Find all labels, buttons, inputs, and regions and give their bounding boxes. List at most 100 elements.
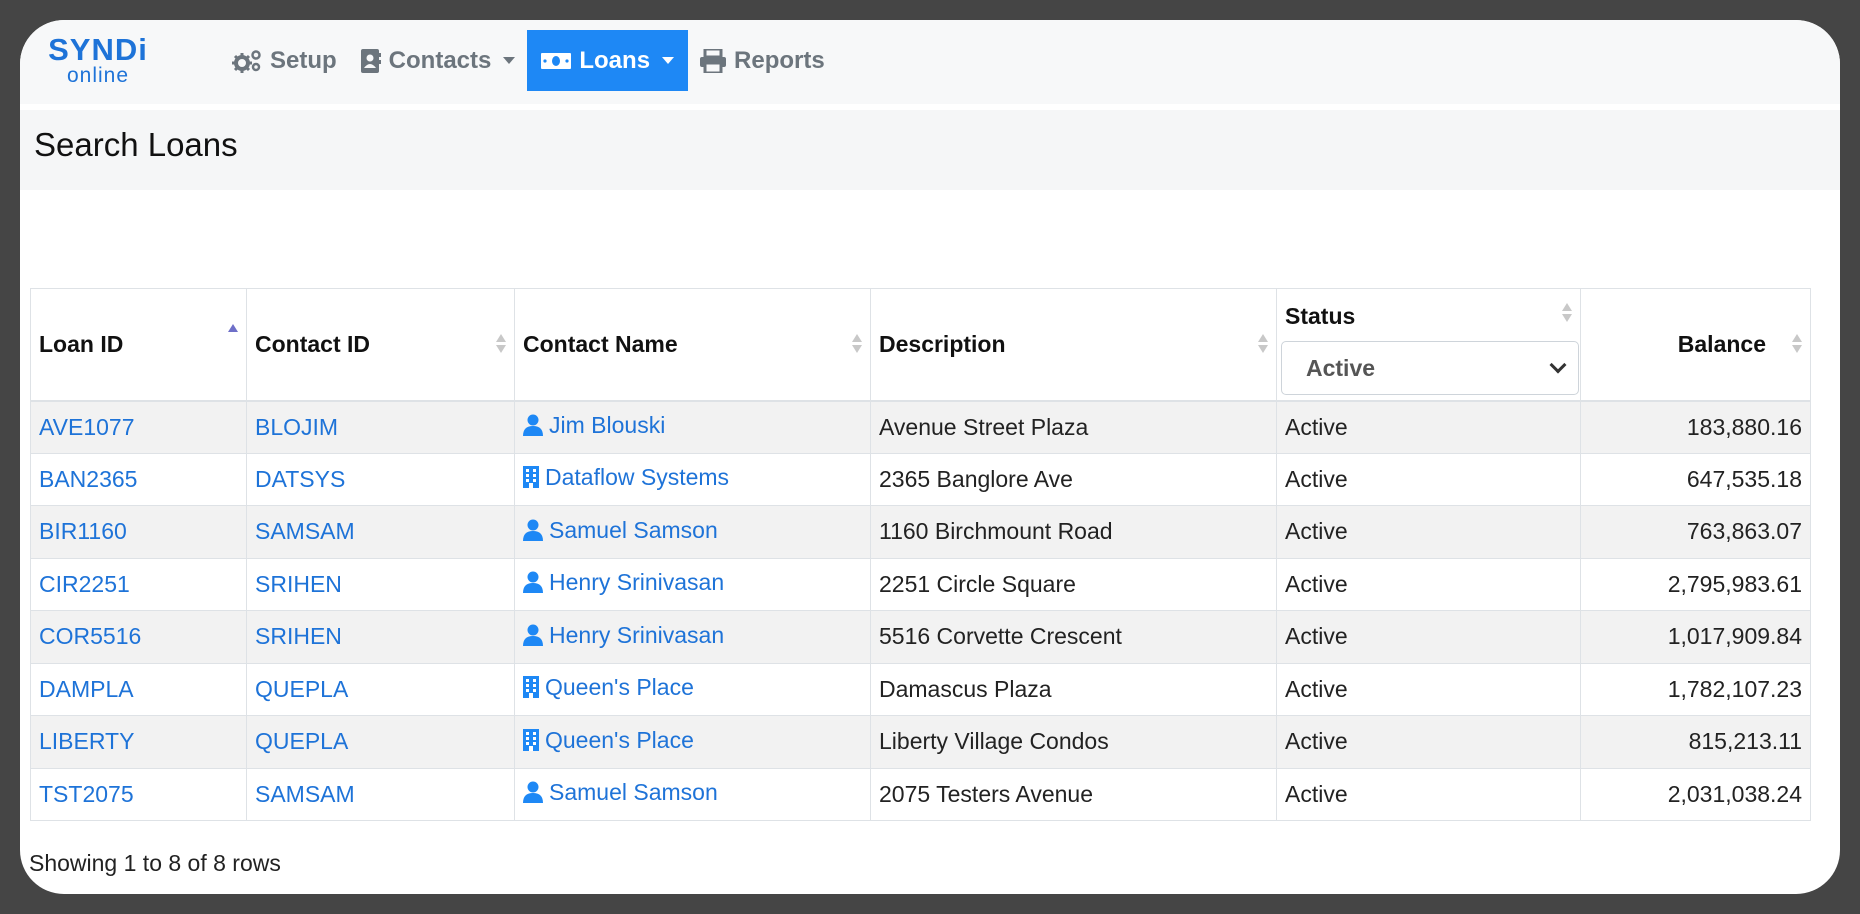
loan-id-link[interactable]: CIR2251 [39, 571, 130, 597]
cell-contact-name[interactable]: Queen's Place [514, 663, 871, 716]
column-header-label: Contact Name [523, 330, 678, 357]
loans-table-container: Loan ID Contact ID Contact Name Descript… [30, 288, 1840, 821]
column-header-status[interactable]: Status Active [1276, 288, 1581, 402]
loan-id-link[interactable]: TST2075 [39, 781, 134, 807]
contact-name-link[interactable]: Samuel Samson [549, 517, 718, 543]
cell-loan-id[interactable]: BAN2365 [30, 453, 247, 506]
cell-balance: 1,017,909.84 [1580, 610, 1811, 664]
loan-id-link[interactable]: LIBERTY [39, 728, 134, 754]
nav-contacts[interactable]: Contacts [349, 30, 528, 91]
cell-contact-id[interactable]: QUEPLA [246, 663, 515, 716]
column-header-balance[interactable]: Balance [1580, 288, 1811, 402]
column-header-label: Loan ID [39, 330, 124, 357]
contact-name-link[interactable]: Dataflow Systems [545, 464, 729, 490]
sort-icon [852, 332, 862, 356]
nav-contacts-label: Contacts [388, 46, 492, 74]
column-header-description[interactable]: Description [870, 288, 1277, 402]
cell-description: 2075 Testers Avenue [870, 768, 1277, 821]
cell-status: Active [1276, 400, 1581, 454]
nav-setup-label: Setup [270, 46, 337, 74]
column-header-loan-id[interactable]: Loan ID [30, 288, 247, 402]
brand-logo-bottom: online [66, 64, 130, 87]
contact-id-link[interactable]: BLOJIM [255, 414, 338, 440]
column-header-contact-id[interactable]: Contact ID [246, 288, 515, 402]
cell-loan-id[interactable]: TST2075 [30, 768, 247, 821]
contact-id-link[interactable]: DATSYS [255, 466, 345, 492]
cell-contact-id[interactable]: SRIHEN [246, 558, 515, 611]
cell-loan-id[interactable]: DAMPLA [30, 663, 247, 716]
table-row: DAMPLA QUEPLA Queen's Place Damascus Plaza A… [30, 663, 1811, 716]
person-icon [523, 571, 543, 599]
navbar: SYNDi online Setup Contacts Loans Report… [20, 20, 1840, 104]
sort-icon [1258, 332, 1268, 356]
loan-id-link[interactable]: BIR1160 [39, 518, 127, 544]
contact-id-link[interactable]: SAMSAM [255, 518, 355, 544]
cell-contact-name[interactable]: Henry Srinivasan [514, 558, 871, 611]
contact-name-link[interactable]: Samuel Samson [549, 779, 718, 805]
brand-logo[interactable]: SYNDi online [48, 32, 148, 87]
loan-id-link[interactable]: COR5516 [39, 623, 141, 649]
cell-contact-id[interactable]: SAMSAM [246, 768, 515, 821]
contact-name-link[interactable]: Jim Blouski [549, 412, 665, 438]
column-header-label: Description [879, 330, 1006, 357]
column-header-contact-name[interactable]: Contact Name [514, 288, 871, 402]
contact-id-link[interactable]: QUEPLA [255, 728, 348, 754]
table-header-row: Loan ID Contact ID Contact Name Descript… [30, 288, 1811, 402]
nav-setup[interactable]: Setup [220, 30, 349, 91]
cell-contact-name[interactable]: Henry Srinivasan [514, 610, 871, 664]
cell-contact-id[interactable]: BLOJIM [246, 400, 515, 454]
cell-contact-id[interactable]: DATSYS [246, 453, 515, 506]
nav-reports[interactable]: Reports [688, 30, 837, 91]
column-header-label: Status [1285, 303, 1356, 329]
brand-logo-top: SYNDi [48, 32, 148, 67]
cell-contact-id[interactable]: QUEPLA [246, 715, 515, 769]
cell-status: Active [1276, 505, 1581, 559]
table-row: TST2075 SAMSAM Samuel Samson 2075 Testers A… [30, 768, 1811, 821]
contact-id-link[interactable]: SRIHEN [255, 571, 342, 597]
cell-contact-id[interactable]: SAMSAM [246, 505, 515, 559]
status-filter-select[interactable]: Active [1281, 341, 1579, 395]
cell-balance: 647,535.18 [1580, 453, 1811, 506]
cell-contact-id[interactable]: SRIHEN [246, 610, 515, 664]
loan-id-link[interactable]: AVE1077 [39, 414, 134, 440]
table-row: AVE1077 BLOJIM Jim Blouski Avenue Street Pl… [30, 400, 1811, 454]
cell-contact-name[interactable]: Queen's Place [514, 715, 871, 769]
building-icon [523, 676, 539, 704]
cell-loan-id[interactable]: BIR1160 [30, 505, 247, 559]
loan-id-link[interactable]: DAMPLA [39, 676, 134, 702]
cell-status: Active [1276, 453, 1581, 506]
cell-status: Active [1276, 663, 1581, 716]
person-icon [523, 519, 543, 547]
contact-id-link[interactable]: SAMSAM [255, 781, 355, 807]
person-icon [523, 624, 543, 652]
cell-loan-id[interactable]: CIR2251 [30, 558, 247, 611]
contact-name-link[interactable]: Henry Srinivasan [549, 622, 724, 648]
contact-name-link[interactable]: Queen's Place [545, 674, 694, 700]
loans-table: Loan ID Contact ID Contact Name Descript… [30, 288, 1811, 821]
cell-contact-name[interactable]: Samuel Samson [514, 768, 871, 821]
person-icon [523, 781, 543, 809]
contact-id-link[interactable]: SRIHEN [255, 623, 342, 649]
cell-contact-name[interactable]: Jim Blouski [514, 400, 871, 454]
nav-loans[interactable]: Loans [527, 30, 689, 91]
cell-loan-id[interactable]: COR5516 [30, 610, 247, 664]
table-row: BAN2365 DATSYS Dataflow Systems 2365 Banglo… [30, 453, 1811, 506]
money-bill-icon [541, 51, 572, 71]
contact-name-link[interactable]: Queen's Place [545, 727, 694, 753]
loan-id-link[interactable]: BAN2365 [39, 466, 137, 492]
cell-balance: 183,880.16 [1580, 400, 1811, 454]
cell-balance: 2,795,983.61 [1580, 558, 1811, 611]
cell-loan-id[interactable]: AVE1077 [30, 400, 247, 454]
building-icon [523, 728, 539, 757]
contact-name-link[interactable]: Henry Srinivasan [549, 569, 724, 595]
cell-description: 2251 Circle Square [870, 558, 1277, 611]
cell-balance: 2,031,038.24 [1580, 768, 1811, 821]
cell-contact-name[interactable]: Dataflow Systems [514, 453, 871, 506]
cell-loan-id[interactable]: LIBERTY [30, 715, 247, 769]
contact-id-link[interactable]: QUEPLA [255, 676, 348, 702]
sort-icon [1792, 332, 1802, 356]
status-filter-value: Active [1306, 355, 1376, 381]
cell-description: Damascus Plaza [870, 663, 1277, 716]
cell-contact-name[interactable]: Samuel Samson [514, 505, 871, 559]
address-book-icon [360, 48, 381, 73]
